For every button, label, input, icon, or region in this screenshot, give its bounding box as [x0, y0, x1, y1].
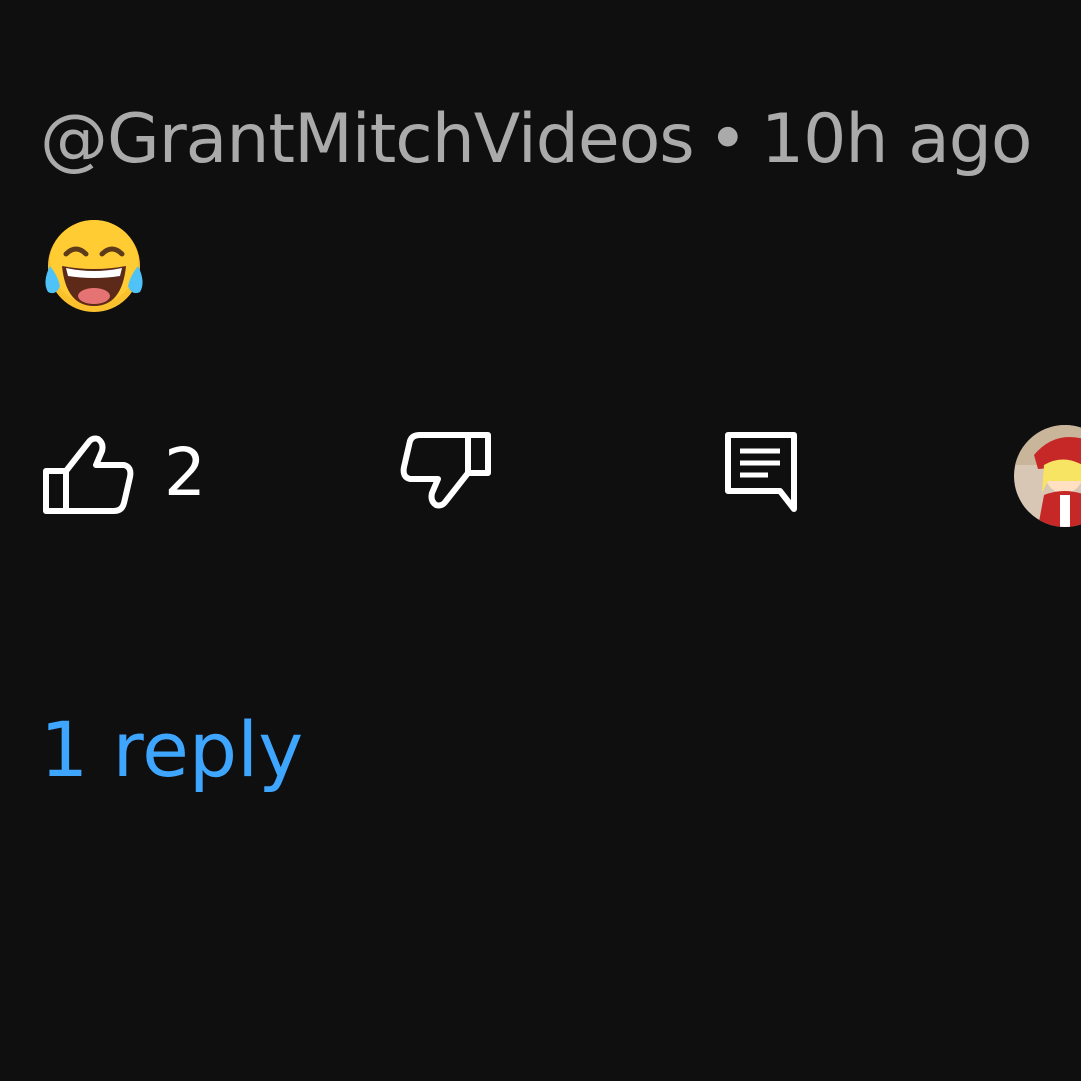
author-name[interactable]: @GrantMitchVideos	[40, 100, 695, 179]
reply-button[interactable]	[722, 429, 802, 513]
comment-header: @GrantMitchVideos • 10h ago	[40, 98, 1033, 182]
like-button[interactable]: 2	[40, 429, 206, 517]
comment-icon	[725, 432, 797, 512]
thumbs-up-icon	[43, 435, 134, 514]
thumbs-down-icon	[400, 432, 491, 509]
avatar-icon	[1014, 425, 1081, 527]
view-replies-button[interactable]: 1 reply	[40, 700, 303, 800]
comment-thread: @GrantMitchVideos • 10h ago 2 1 reply	[0, 0, 1081, 1081]
comment-actions: 2	[0, 425, 1081, 527]
timestamp[interactable]: 10h ago	[761, 100, 1033, 179]
like-count: 2	[164, 434, 206, 511]
laughing-emoji-icon	[40, 216, 148, 316]
dislike-button[interactable]	[396, 429, 494, 513]
separator-dot: •	[707, 100, 748, 179]
creator-heart-avatar	[1014, 425, 1081, 527]
